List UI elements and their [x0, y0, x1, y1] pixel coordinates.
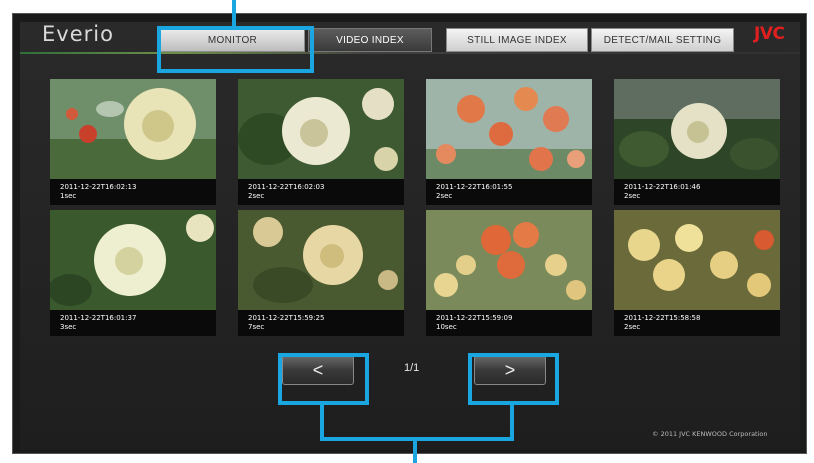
- jvc-logo: JVC: [754, 24, 785, 44]
- flower-image: [238, 210, 404, 310]
- pagination-callout-bar: [320, 437, 514, 441]
- tab-detect-mail-setting[interactable]: DETECT/MAIL SETTING: [591, 28, 734, 52]
- video-thumbnail-4[interactable]: 2011-12-22T16:01:46 2sec: [614, 79, 780, 205]
- video-caption: 2011-12-22T15:58:58 2sec: [624, 314, 701, 331]
- everio-logo: Everio: [42, 22, 114, 46]
- flower-image: [50, 210, 216, 310]
- flower-image: [238, 79, 404, 179]
- video-caption: 2011-12-22T16:01:55 2sec: [436, 183, 513, 200]
- flower-image: [426, 210, 592, 310]
- video-thumbnail-3[interactable]: 2011-12-22T16:01:55 2sec: [426, 79, 592, 205]
- next-callout-line: [510, 405, 514, 441]
- page-indicator: 1/1: [404, 362, 420, 374]
- previous-button-highlight: [278, 353, 369, 405]
- header-divider: [20, 52, 800, 54]
- tab-video-index[interactable]: VIDEO INDEX: [308, 28, 432, 52]
- video-caption: 2011-12-22T16:02:13 1sec: [60, 183, 137, 200]
- header: Everio MONITOR VIDEO INDEX STILL IMAGE I…: [20, 22, 800, 58]
- video-thumbnail-8[interactable]: 2011-12-22T15:58:58 2sec: [614, 210, 780, 336]
- prev-callout-line: [320, 405, 324, 441]
- everio-screen: Everio MONITOR VIDEO INDEX STILL IMAGE I…: [20, 22, 800, 450]
- tab-still-image-index[interactable]: STILL IMAGE INDEX: [446, 28, 588, 52]
- copyright-notice: © 2011 JVC KENWOOD Corporation: [652, 430, 768, 438]
- video-thumbnail-1[interactable]: 2011-12-22T16:02:13 1sec: [50, 79, 216, 205]
- video-caption: 2011-12-22T16:01:46 2sec: [624, 183, 701, 200]
- video-thumbnail-7[interactable]: 2011-12-22T15:59:09 10sec: [426, 210, 592, 336]
- monitor-callout-line: [232, 0, 236, 28]
- monitor-tab-highlight: [157, 26, 314, 73]
- video-caption: 2011-12-22T16:02:03 2sec: [248, 183, 325, 200]
- flower-image: [50, 79, 216, 179]
- video-thumbnail-5[interactable]: 2011-12-22T16:01:37 3sec: [50, 210, 216, 336]
- video-caption: 2011-12-22T16:01:37 3sec: [60, 314, 137, 331]
- next-button-highlight: [468, 353, 559, 405]
- flower-image: [614, 79, 780, 179]
- video-caption: 2011-12-22T15:59:09 10sec: [436, 314, 513, 331]
- flower-image: [614, 210, 780, 310]
- pagination-callout-line: [413, 437, 417, 463]
- flower-image: [426, 79, 592, 179]
- video-caption: 2011-12-22T15:59:25 7sec: [248, 314, 325, 331]
- video-thumbnail-6[interactable]: 2011-12-22T15:59:25 7sec: [238, 210, 404, 336]
- video-thumbnail-2[interactable]: 2011-12-22T16:02:03 2sec: [238, 79, 404, 205]
